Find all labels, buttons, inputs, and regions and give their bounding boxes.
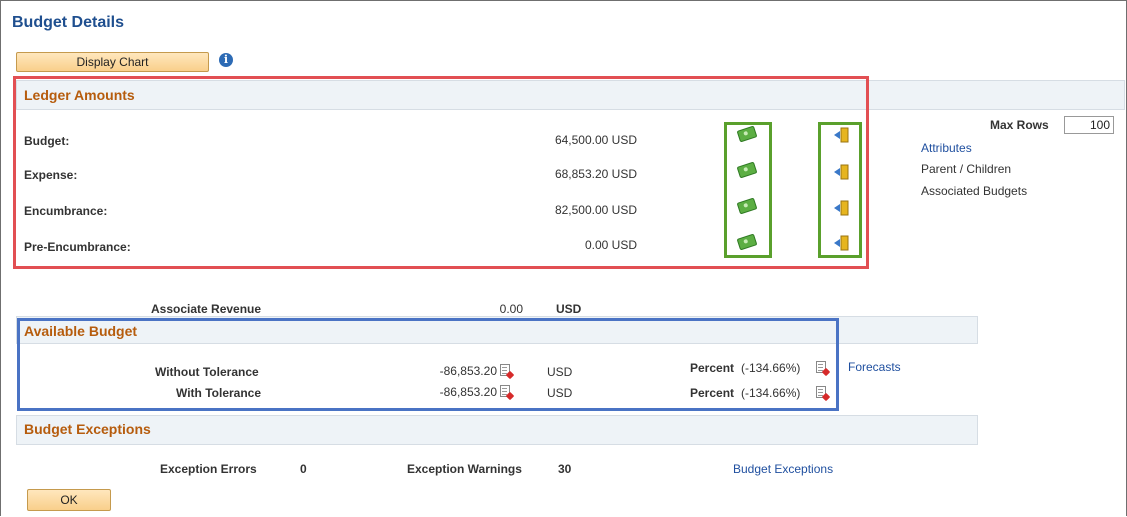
money-icons-highlight-box <box>724 122 772 258</box>
parent-children-text: Parent / Children <box>921 162 1012 176</box>
available-budget-highlight-box <box>17 318 839 411</box>
budget-exceptions-link[interactable]: Budget Exceptions <box>733 462 833 476</box>
associate-revenue-amount: 0.00 <box>499 302 523 316</box>
exception-errors-label: Exception Errors <box>160 462 257 476</box>
page-title: Budget Details <box>12 14 125 31</box>
info-icon[interactable]: i <box>219 53 233 67</box>
associated-budgets-text: Associated Budgets <box>921 184 1028 198</box>
exception-errors-value: 0 <box>300 462 307 476</box>
associate-revenue-currency: USD <box>556 302 582 316</box>
exception-warnings-value: 30 <box>558 462 572 476</box>
drill-icons-highlight-box <box>818 122 862 258</box>
ok-button[interactable]: OK <box>27 489 111 511</box>
forecasts-link[interactable]: Forecasts <box>848 360 901 374</box>
exception-warnings-label: Exception Warnings <box>407 462 522 476</box>
budget-exceptions-title: Budget Exceptions <box>24 421 151 437</box>
display-chart-button[interactable]: Display Chart <box>16 52 209 72</box>
attributes-link[interactable]: Attributes <box>921 141 972 155</box>
associate-revenue-label: Associate Revenue <box>151 302 262 316</box>
budget-exceptions-header <box>16 415 978 445</box>
max-rows-label: Max Rows <box>990 118 1049 132</box>
max-rows-input[interactable] <box>1064 116 1114 134</box>
